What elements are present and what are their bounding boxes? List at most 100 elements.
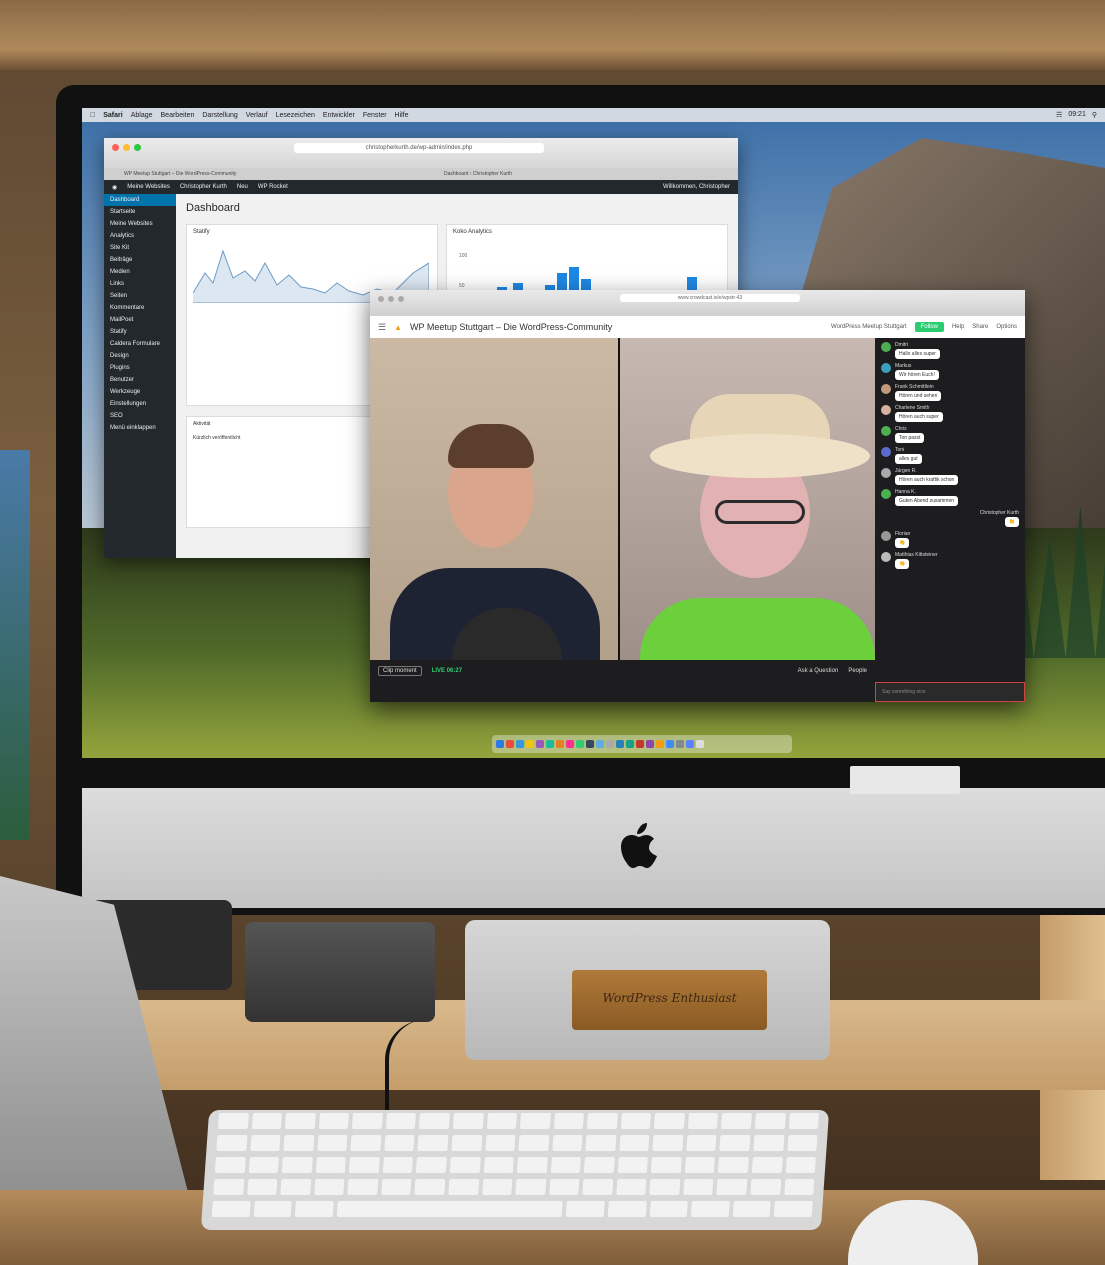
wordpress-plaque: WordPress Enthusiast — [572, 970, 767, 1030]
chat-author: Christopher Kurth — [979, 510, 1019, 516]
zoom-icon[interactable] — [134, 144, 141, 151]
app-icon[interactable] — [616, 740, 624, 748]
app-icon[interactable] — [636, 740, 644, 748]
organizer-name[interactable]: WordPress Meetup Stuttgart — [831, 324, 907, 330]
clip-moment-button[interactable]: Clip moment — [378, 666, 422, 676]
terminal-icon[interactable] — [586, 740, 594, 748]
sidebar-item-design[interactable]: Design — [104, 350, 176, 362]
sidebar-item-caldera[interactable]: Caldera Formulare — [104, 338, 176, 350]
menubar-clock[interactable]: 09:21 — [1068, 111, 1086, 119]
chat-message: Toni alles gut — [881, 447, 1019, 464]
menu-item[interactable]: Bearbeiten — [161, 112, 195, 119]
wp-sidebar: Dashboard Startseite Meine Websites Anal… — [104, 194, 176, 558]
adminbar-new[interactable]: Neu — [237, 184, 248, 190]
menu-item[interactable]: Safari — [103, 112, 122, 119]
window-controls — [378, 296, 404, 302]
sidebar-item-websites[interactable]: Meine Websites — [104, 218, 176, 230]
sidebar-item-dashboard[interactable]: Dashboard — [104, 194, 176, 206]
wordpress-icon[interactable]: ◉ — [112, 184, 117, 191]
sidebar-item-benutzer[interactable]: Benutzer — [104, 374, 176, 386]
trash-icon[interactable] — [696, 740, 704, 748]
help-button[interactable]: Help — [952, 324, 964, 330]
widget-title: Aktivität — [193, 421, 211, 427]
app-icon[interactable] — [666, 740, 674, 748]
sidebar-item-seiten[interactable]: Seiten — [104, 290, 176, 302]
chat-author: Charlene Smith — [895, 405, 930, 411]
app-icon[interactable] — [576, 740, 584, 748]
finder-icon[interactable] — [496, 740, 504, 748]
crowdcast-logo-icon[interactable]: ▲ — [394, 323, 402, 332]
wifi-icon[interactable]: ☴ — [1056, 111, 1062, 119]
share-button[interactable]: Share — [972, 324, 988, 330]
app-icon[interactable] — [656, 740, 664, 748]
minimize-icon[interactable] — [388, 296, 394, 302]
sidebar-item-links[interactable]: Links — [104, 278, 176, 290]
sidebar-item-analytics[interactable]: Analytics — [104, 230, 176, 242]
menu-item[interactable]: Verlauf — [246, 112, 268, 119]
sidebar-item-medien[interactable]: Medien — [104, 266, 176, 278]
chat-text: Hören auch kraftik schon — [895, 475, 959, 485]
minimize-icon[interactable] — [123, 144, 130, 151]
close-icon[interactable] — [378, 296, 384, 302]
app-icon[interactable] — [626, 740, 634, 748]
avatar — [881, 405, 891, 415]
options-button[interactable]: Options — [996, 324, 1017, 330]
app-icon[interactable] — [676, 740, 684, 748]
menu-item[interactable]: Ablage — [131, 112, 153, 119]
app-icon[interactable] — [686, 740, 694, 748]
menu-item[interactable]: Entwickler — [323, 112, 355, 119]
sidebar-item-seo[interactable]: SEO — [104, 410, 176, 422]
chat-message: Florian 👏 — [881, 531, 1019, 548]
menu-item[interactable]: Hilfe — [395, 112, 409, 119]
sidebar-item-startseite[interactable]: Startseite — [104, 206, 176, 218]
hamburger-menu-icon[interactable]: ☰ — [378, 322, 386, 333]
people-button[interactable]: People — [848, 668, 867, 674]
adminbar-my-sites[interactable]: Meine Websites — [127, 184, 170, 190]
sidebar-item-einstellungen[interactable]: Einstellungen — [104, 398, 176, 410]
apple-menu-icon[interactable]:  — [90, 112, 95, 119]
follow-button[interactable]: Follow — [914, 322, 944, 332]
address-bar[interactable]: www.crowdcast.io/e/wpstr-43 — [620, 294, 800, 302]
avatar — [881, 489, 891, 499]
spotlight-icon[interactable]: ⚲ — [1092, 111, 1097, 119]
tab-dashboard[interactable]: Dashboard ‹ Christopher Kurth — [444, 171, 512, 177]
tab-crowdcast[interactable]: WP Meetup Stuttgart – Die WordPress-Comm… — [124, 171, 236, 177]
app-icon[interactable] — [506, 740, 514, 748]
imac-chin — [82, 788, 1105, 908]
sidebar-item-collapse[interactable]: Menü einklappen — [104, 422, 176, 434]
mac-menu-bar:  Safari Ablage Bearbeiten Darstellung V… — [82, 108, 1105, 122]
chat-author: Chris — [895, 426, 907, 432]
chat-input[interactable]: Say something nice — [875, 682, 1025, 702]
mac-dock — [492, 735, 792, 753]
app-icon[interactable] — [556, 740, 564, 748]
adminbar-greeting[interactable]: Willkommen, Christopher — [663, 184, 738, 190]
chat-message: Frank Schmittlein Hören und sehen — [881, 384, 1019, 401]
address-bar[interactable]: christopherkurth.de/wp-admin/index.php — [294, 143, 544, 153]
zoom-icon[interactable] — [398, 296, 404, 302]
adminbar-site[interactable]: Christopher Kurth — [180, 184, 227, 190]
menu-item[interactable]: Darstellung — [202, 112, 237, 119]
app-icon[interactable] — [646, 740, 654, 748]
sidebar-item-sitekit[interactable]: Site Kit — [104, 242, 176, 254]
sidebar-item-statify[interactable]: Statify — [104, 326, 176, 338]
speaker-hair — [448, 424, 534, 468]
safari-icon[interactable] — [516, 740, 524, 748]
sidebar-item-kommentare[interactable]: Kommentare — [104, 302, 176, 314]
close-icon[interactable] — [112, 144, 119, 151]
sidebar-item-plugins[interactable]: Plugins — [104, 362, 176, 374]
menu-item[interactable]: Fenster — [363, 112, 387, 119]
sidebar-item-mailpoet[interactable]: MailPoet — [104, 314, 176, 326]
app-icon[interactable] — [536, 740, 544, 748]
notes-icon[interactable] — [526, 740, 534, 748]
messages-icon[interactable] — [546, 740, 554, 748]
adminbar-wp-rocket[interactable]: WP Rocket — [258, 184, 288, 190]
sidebar-item-werkzeuge[interactable]: Werkzeuge — [104, 386, 176, 398]
chat-author: Jürgen R. — [895, 468, 917, 474]
ask-question-button[interactable]: Ask a Question — [798, 668, 839, 674]
menu-item[interactable]: Lesezeichen — [276, 112, 315, 119]
chat-message: Matthias Kittsteiner 👏 — [881, 552, 1019, 569]
settings-icon[interactable] — [606, 740, 614, 748]
music-icon[interactable] — [566, 740, 574, 748]
app-icon[interactable] — [596, 740, 604, 748]
sidebar-item-beitraege[interactable]: Beiträge — [104, 254, 176, 266]
